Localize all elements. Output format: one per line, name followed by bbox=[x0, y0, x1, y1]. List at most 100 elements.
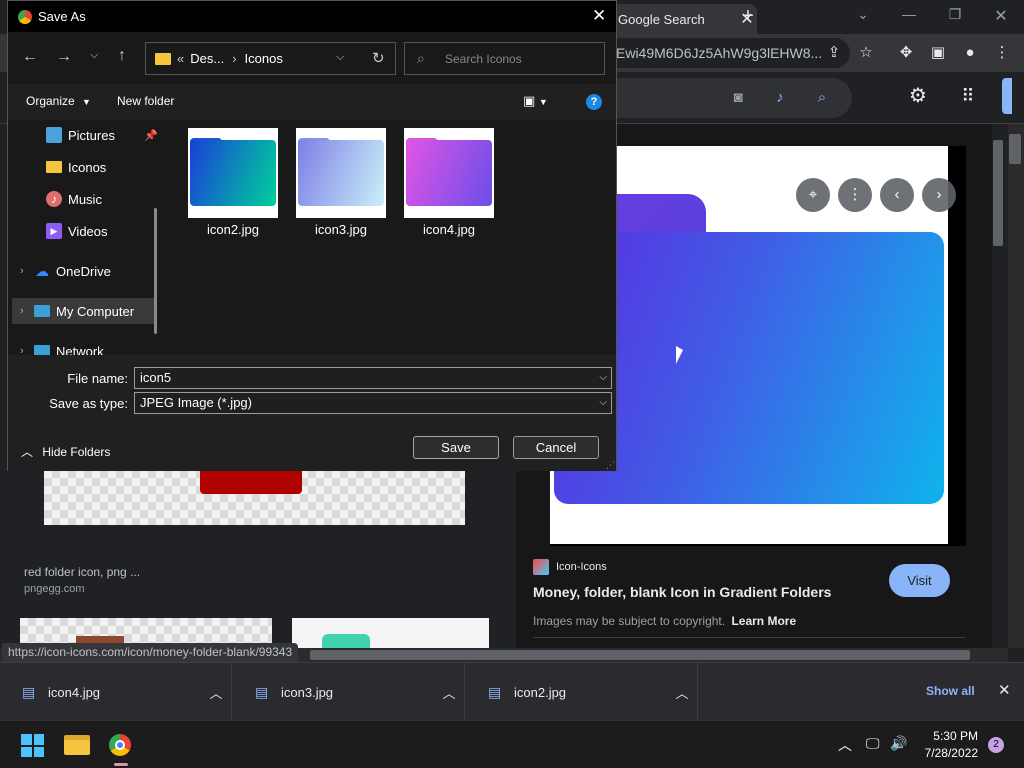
volume-icon[interactable]: 🔊 bbox=[890, 735, 907, 752]
view-options-icon[interactable]: ▣ ▼ bbox=[523, 93, 548, 109]
breadcrumb-desktop[interactable]: Des... bbox=[190, 51, 224, 66]
nav-item-iconos[interactable]: Iconos bbox=[46, 154, 106, 180]
close-downloads-icon[interactable]: ✕ bbox=[998, 681, 1011, 699]
divider bbox=[533, 637, 965, 638]
address-bar[interactable]: Ewi49M6D6Jz5AhW9g3lEHW8... bbox=[612, 38, 850, 68]
file-name-label[interactable]: icon4.jpg bbox=[404, 222, 494, 237]
file-name-label[interactable]: icon3.jpg bbox=[296, 222, 386, 237]
microphone-icon[interactable]: ♪ bbox=[770, 88, 790, 108]
chrome-small-icon bbox=[18, 10, 32, 24]
resize-grip-icon[interactable]: ⋰ bbox=[606, 460, 615, 471]
nav-item-pictures[interactable]: Pictures 📌 bbox=[46, 122, 158, 148]
save-button[interactable]: Save bbox=[413, 436, 499, 459]
breadcrumb-separator[interactable]: › bbox=[232, 51, 236, 66]
expand-chevron-icon[interactable]: › bbox=[20, 305, 34, 317]
search-field[interactable]: ⌕ Search Iconos bbox=[404, 42, 605, 75]
lens-search-icon[interactable]: ⌖ bbox=[796, 178, 830, 212]
visit-button[interactable]: Visit bbox=[889, 564, 950, 597]
google-search-box[interactable]: ◙ ♪ ⌕ bbox=[612, 78, 852, 118]
hide-folders-toggle[interactable]: ︿ Hide Folders bbox=[21, 443, 110, 460]
expand-chevron-icon[interactable]: › bbox=[20, 345, 34, 355]
learn-more-link[interactable]: Learn More bbox=[731, 614, 796, 628]
save-type-select[interactable]: JPEG Image (*.jpg) ⌵ bbox=[134, 392, 612, 414]
save-type-dropdown-icon[interactable]: ⌵ bbox=[599, 393, 607, 413]
back-arrow-icon[interactable]: ← bbox=[22, 48, 38, 66]
breadcrumb-iconos[interactable]: Iconos bbox=[245, 51, 283, 66]
next-icon[interactable]: › bbox=[922, 178, 956, 212]
breadcrumb-prefix[interactable]: « bbox=[177, 51, 184, 66]
new-folder-button[interactable]: New folder bbox=[117, 94, 174, 108]
organize-menu[interactable]: Organize ▼ bbox=[26, 94, 91, 108]
restore-icon[interactable]: ❐ bbox=[943, 6, 967, 26]
file-thumbnail-icon4[interactable] bbox=[404, 128, 494, 218]
file-name-input[interactable]: icon5 ⌵ bbox=[134, 367, 612, 389]
apps-grid-icon[interactable]: ⠿ bbox=[958, 86, 978, 106]
nav-scrollbar[interactable] bbox=[154, 208, 157, 334]
minimize-icon[interactable]: — bbox=[897, 6, 921, 26]
file-thumbnail-icon2[interactable] bbox=[188, 128, 278, 218]
notification-badge[interactable]: 2 bbox=[988, 737, 1004, 753]
previous-icon[interactable]: ‹ bbox=[880, 178, 914, 212]
help-icon[interactable]: ? bbox=[586, 94, 602, 110]
forward-arrow-icon[interactable]: → bbox=[56, 48, 72, 66]
clock-time[interactable]: 5:30 PM bbox=[930, 729, 978, 743]
tab-search-icon[interactable]: ⌄ bbox=[851, 6, 875, 26]
chevron-up-icon[interactable]: ︿ bbox=[667, 683, 697, 702]
share-icon[interactable]: ⇪ bbox=[824, 43, 844, 63]
more-options-icon[interactable]: ⋮ bbox=[838, 178, 872, 212]
network-icon[interactable]: 🖵 bbox=[866, 735, 880, 752]
vertical-scrollbar[interactable] bbox=[1008, 124, 1024, 648]
windows-start-icon[interactable] bbox=[21, 734, 44, 757]
chrome-icon[interactable] bbox=[109, 734, 131, 756]
new-tab-button[interactable]: + bbox=[738, 5, 758, 28]
nav-item-music[interactable]: ♪ Music bbox=[46, 186, 102, 212]
nav-item-onedrive[interactable]: › ☁ OneDrive bbox=[20, 258, 111, 284]
preview-title[interactable]: Money, folder, blank Icon in Gradient Fo… bbox=[533, 584, 831, 600]
file-name-dropdown-icon[interactable]: ⌵ bbox=[599, 368, 607, 388]
file-thumbnail-icon3[interactable] bbox=[296, 128, 386, 218]
result-thumbnail-teal[interactable] bbox=[292, 618, 489, 648]
scrollbar-thumb-horizontal[interactable] bbox=[310, 650, 970, 660]
tab-google-search[interactable]: Google Search ✕ bbox=[612, 4, 757, 34]
side-panel-icon[interactable]: ▣ bbox=[928, 43, 948, 63]
breadcrumb-dropdown-icon[interactable]: ⌵ bbox=[336, 51, 344, 64]
file-name-label[interactable]: icon2.jpg bbox=[188, 222, 278, 237]
site-name[interactable]: Icon-Icons bbox=[556, 561, 607, 573]
profile-icon[interactable]: ● bbox=[960, 43, 980, 63]
dialog-close-icon[interactable]: ✕ bbox=[592, 6, 606, 26]
file-explorer-icon[interactable] bbox=[64, 735, 90, 755]
close-window-icon[interactable]: ✕ bbox=[989, 6, 1013, 26]
show-all-link[interactable]: Show all bbox=[926, 684, 975, 698]
menu-kebab-icon[interactable]: ⋮ bbox=[992, 43, 1012, 63]
breadcrumb-bar[interactable]: « Des... › Iconos ⌵ ↻ bbox=[145, 42, 396, 75]
nav-item-network[interactable]: › Network bbox=[20, 338, 104, 355]
nav-item-my-computer[interactable]: › My Computer bbox=[12, 298, 154, 324]
result-source[interactable]: pngegg.com bbox=[24, 583, 85, 595]
chevron-up-icon[interactable]: ︿ bbox=[201, 683, 231, 702]
expand-chevron-icon[interactable]: › bbox=[20, 265, 34, 277]
clock-date[interactable]: 7/28/2022 bbox=[918, 746, 978, 760]
page-scrollbar-right[interactable] bbox=[993, 140, 1003, 246]
download-item-3[interactable]: ▤ icon2.jpg ︿ bbox=[466, 663, 698, 721]
extensions-icon[interactable]: ✥ bbox=[896, 43, 916, 63]
download-item-1[interactable]: ▤ icon4.jpg ︿ bbox=[0, 663, 232, 721]
search-icon: ⌕ bbox=[417, 50, 425, 66]
cancel-button[interactable]: Cancel bbox=[513, 436, 599, 459]
copyright-notice: Images may be subject to copyright. Lear… bbox=[533, 614, 796, 628]
result-caption[interactable]: red folder icon, png ... bbox=[24, 565, 140, 579]
recent-dropdown-icon[interactable]: ⌵ bbox=[90, 49, 98, 62]
bookmark-star-icon[interactable]: ☆ bbox=[856, 43, 876, 63]
nav-item-videos[interactable]: ▶ Videos bbox=[46, 218, 108, 244]
download-item-2[interactable]: ▤ icon3.jpg ︿ bbox=[233, 663, 465, 721]
refresh-icon[interactable]: ↻ bbox=[372, 49, 385, 67]
chevron-up-icon[interactable]: ︿ bbox=[434, 683, 464, 702]
file-icon: ▤ bbox=[488, 684, 502, 700]
account-avatar[interactable] bbox=[1002, 78, 1012, 114]
show-hidden-icons-chevron[interactable]: ︿ bbox=[838, 735, 852, 755]
scrollbar-thumb-vertical[interactable] bbox=[1009, 134, 1021, 164]
search-icon[interactable]: ⌕ bbox=[812, 88, 832, 108]
pin-icon[interactable]: 📌 bbox=[144, 129, 158, 142]
up-arrow-icon[interactable]: ↑ bbox=[118, 47, 126, 65]
camera-icon[interactable]: ◙ bbox=[728, 88, 748, 108]
settings-gear-icon[interactable]: ⚙ bbox=[908, 86, 928, 106]
